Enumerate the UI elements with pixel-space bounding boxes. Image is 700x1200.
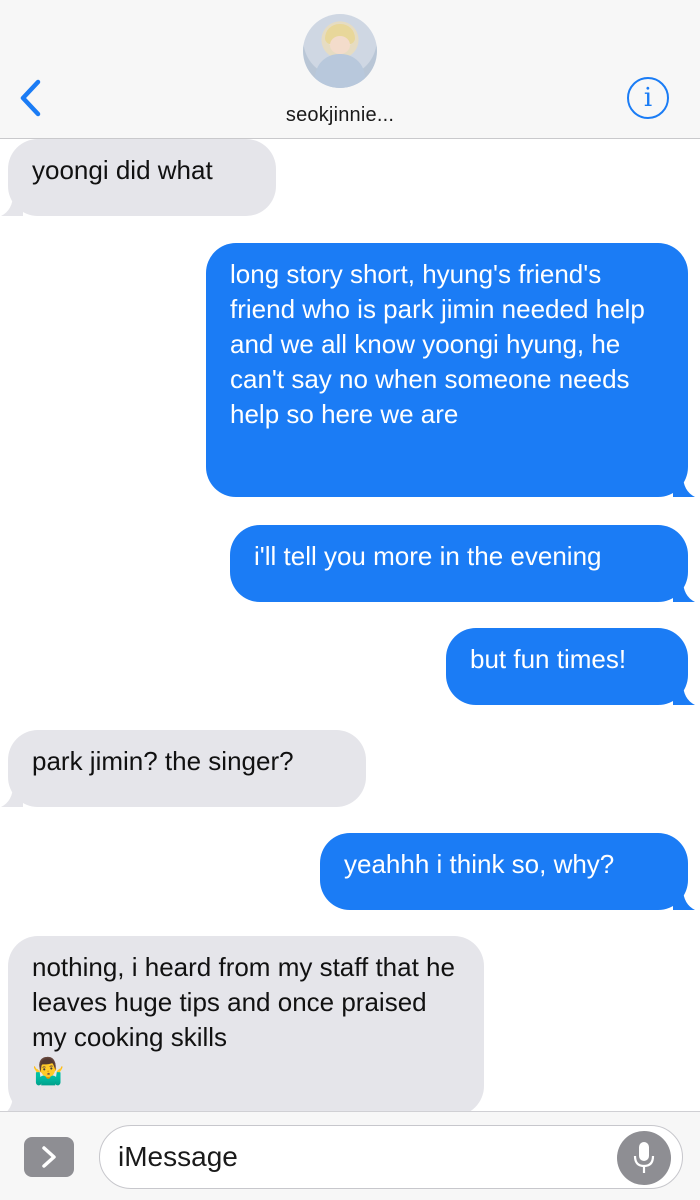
message-thread[interactable]: yoongi did what long story short, hyung'… — [0, 139, 700, 1111]
message-text: park jimin? the singer? — [32, 746, 294, 776]
info-icon: i — [643, 83, 653, 113]
message-bubble-sent[interactable]: long story short, hyung's friend's frien… — [206, 243, 695, 497]
contact-name[interactable]: seokjinnie... — [0, 104, 680, 127]
contact-avatar[interactable] — [303, 14, 377, 88]
message-text: yoongi did what — [32, 155, 213, 185]
microphone-icon — [633, 1142, 655, 1173]
shrug-emoji: 🤷‍♂️ — [32, 1056, 65, 1086]
message-input[interactable]: iMessage — [99, 1125, 683, 1189]
message-text: yeahhh i think so, why? — [344, 849, 615, 879]
expand-apps-button[interactable] — [24, 1137, 74, 1177]
message-bubble-received[interactable]: nothing, i heard from my staff that he l… — [7, 936, 484, 1111]
info-button[interactable]: i — [627, 77, 669, 119]
compose-bar: iMessage — [0, 1111, 700, 1200]
message-text: but fun times! — [470, 644, 627, 674]
message-bubble-received[interactable]: yoongi did what — [1, 139, 276, 216]
message-bubble-sent[interactable]: but fun times! — [446, 628, 695, 705]
message-bubble-sent[interactable]: i'll tell you more in the evening — [230, 525, 695, 602]
message-bubble-sent[interactable]: yeahhh i think so, why? — [320, 833, 695, 910]
chevron-right-icon — [42, 1146, 56, 1168]
conversation-header: seokjinnie... i — [0, 0, 700, 139]
message-text: nothing, i heard from my staff that he l… — [32, 952, 455, 1052]
message-text: long story short, hyung's friend's frien… — [230, 259, 645, 429]
message-bubble-received[interactable]: park jimin? the singer? — [1, 730, 366, 807]
message-text: i'll tell you more in the evening — [254, 541, 602, 571]
microphone-button[interactable] — [617, 1131, 671, 1185]
